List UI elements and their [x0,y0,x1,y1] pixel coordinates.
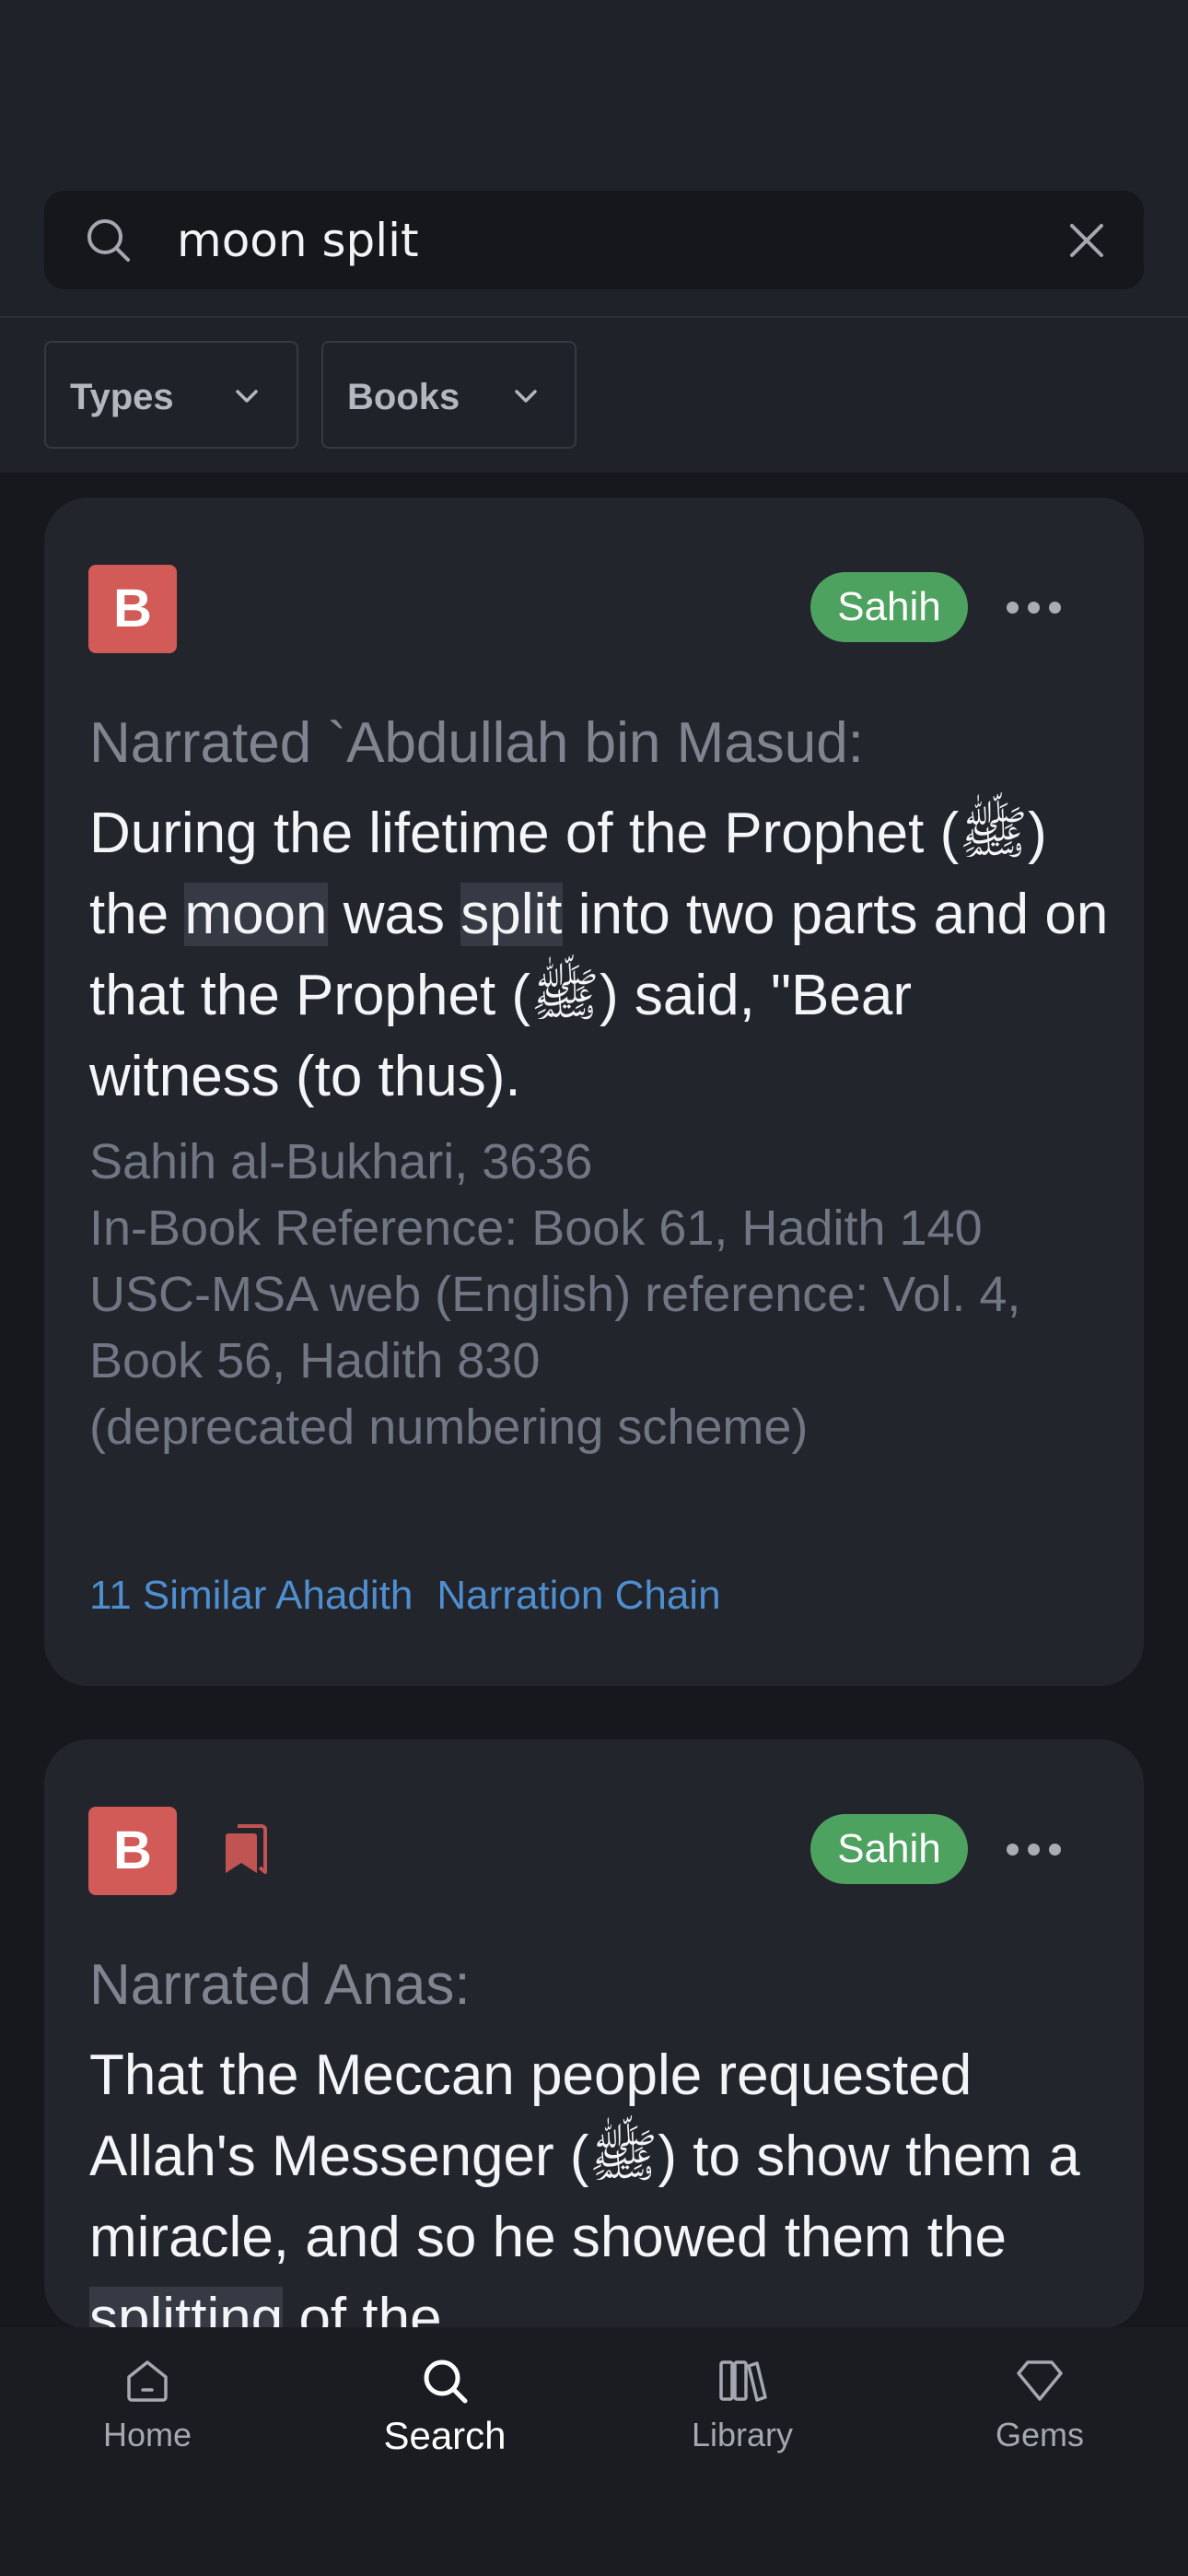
books-filter-label: Books [347,377,460,417]
narrator-line: Narrated `Abdullah bin Masud: [89,711,864,775]
chevron-down-icon [515,390,537,403]
grade-badge: Sahih [810,1814,968,1884]
bottom-navigation: Home Search Library Gems [0,2327,1188,2576]
card-links: 11 Similar Ahadith Narration Chain [89,1573,721,1619]
search-icon [87,219,130,262]
search-highlight: splitting [89,2287,284,2329]
grade-badge: Sahih [810,572,968,642]
narration-chain-link[interactable]: Narration Chain [437,1573,720,1618]
gem-icon [1017,2360,1063,2401]
types-filter-label: Types [70,377,174,417]
search-bar[interactable]: moon split [44,191,1144,289]
books-filter-button[interactable]: Books [321,341,577,449]
nav-label: Home [102,2416,192,2453]
nav-gems[interactable]: Gems [929,2355,1150,2454]
nav-label: Gems [995,2416,1084,2453]
search-icon [424,2359,468,2404]
narrator-line: Narrated Anas: [89,1953,471,2017]
search-highlight: split [460,883,563,946]
types-filter-button[interactable]: Types [44,341,298,449]
nav-search[interactable]: Search [334,2355,555,2458]
search-input[interactable]: moon split [177,217,419,264]
chevron-down-icon [236,390,258,403]
search-highlight: moon [184,883,328,946]
nav-label: Library [691,2416,794,2453]
similar-ahadith-link[interactable]: 11 Similar Ahadith [89,1573,413,1618]
book-badge: B [88,565,177,653]
hadith-text: During the lifetime of the Prophet (ﷺ) t… [89,802,1109,1108]
nav-label: Search [383,2414,507,2457]
home-icon [127,2360,168,2402]
book-badge: B [88,1807,177,1895]
bookmark-icon[interactable] [225,1824,269,1876]
hadith-reference: Sahih al-Bukhari, 3636 In-Book Reference… [89,1134,1021,1455]
nav-home[interactable]: Home [37,2355,258,2454]
clear-search-icon[interactable] [1066,220,1107,261]
library-icon [719,2360,767,2402]
nav-library[interactable]: Library [632,2355,853,2454]
hadith-text: That the Meccan people requested Allah's… [89,2035,1112,2329]
more-options-icon[interactable] [1007,598,1062,616]
more-options-icon[interactable] [1007,1840,1062,1858]
hadith-card[interactable]: B Sahih Narrated `Abdullah bin Masud: Du… [44,498,1144,1686]
hadith-card[interactable]: B Sahih Narrated Anas: That the Meccan p… [44,1739,1144,2329]
app-header: moon split [0,0,1188,316]
filter-bar: Types Books [0,318,1188,473]
